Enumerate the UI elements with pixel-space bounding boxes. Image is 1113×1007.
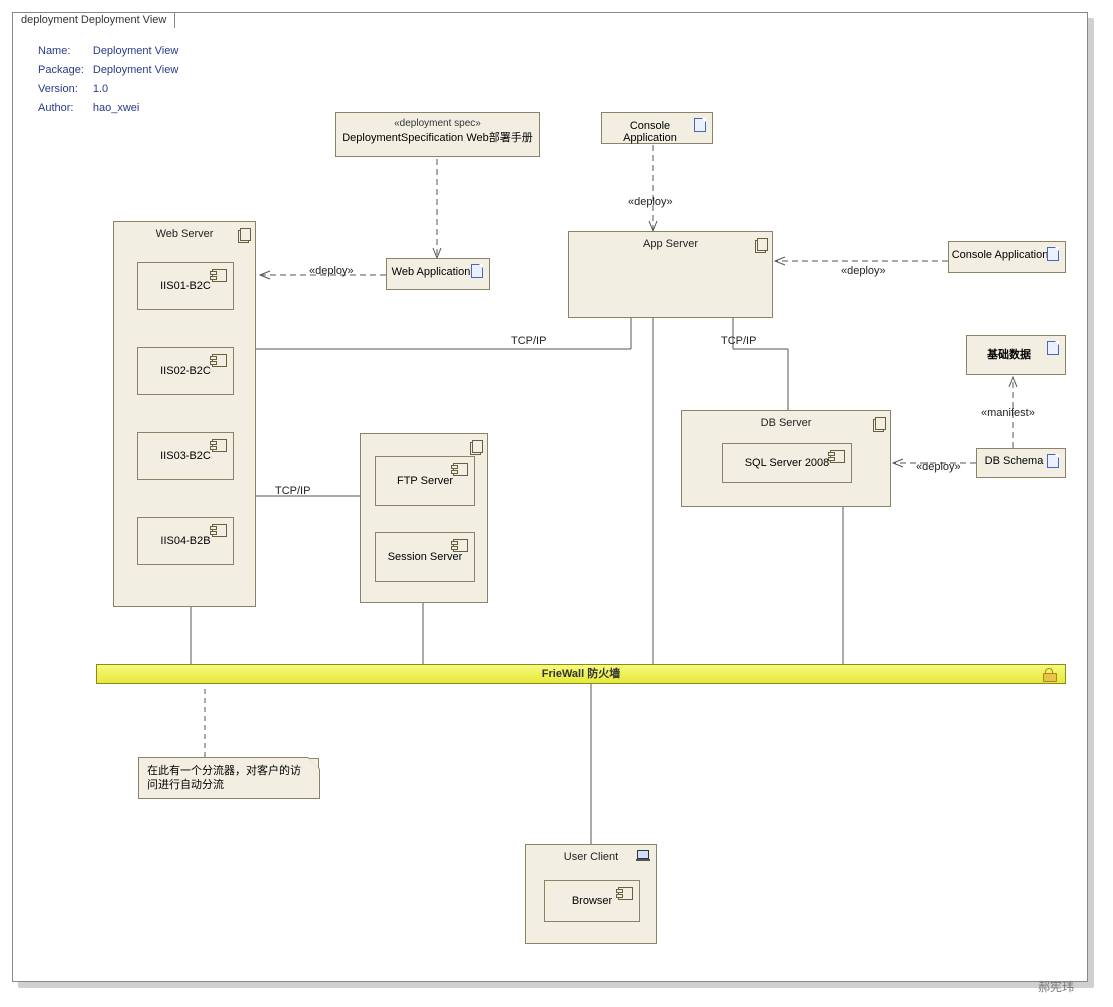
diagram-canvas: deployment Deployment View Name:Deployme…	[12, 12, 1088, 982]
artifact-deployment-spec[interactable]: «deployment spec» DeploymentSpecificatio…	[335, 112, 540, 157]
meta-key: Version:	[37, 81, 90, 98]
artifact-console-app-right[interactable]: Console Application	[948, 241, 1066, 273]
component-label: IIS01-B2C	[138, 280, 233, 292]
edge-label-deploy: «deploy»	[916, 461, 961, 473]
component-label: IIS02-B2C	[138, 365, 233, 377]
artifact-icon	[694, 118, 706, 132]
artifact-icon	[471, 264, 483, 278]
meta-key: Author:	[37, 100, 90, 117]
component-session-server[interactable]: Session Server	[375, 532, 475, 582]
artifact-icon	[1047, 247, 1059, 261]
edge-label-tcpip: TCP/IP	[721, 335, 756, 347]
node-web-server[interactable]: Web Server IIS01-B2C IIS02-B2C IIS03-B2C…	[113, 221, 256, 607]
edge-label-deploy: «deploy»	[309, 265, 354, 277]
component-label: IIS03-B2C	[138, 450, 233, 462]
node-title: DB Server	[682, 411, 890, 429]
artifact-label: DeploymentSpecification Web部署手册	[336, 129, 539, 145]
artifact-console-app-top[interactable]: Console Application	[601, 112, 713, 144]
device-icon	[636, 850, 650, 861]
artifact-icon	[1047, 341, 1059, 355]
component-label: FTP Server	[376, 475, 474, 487]
stereotype-label: «deployment spec»	[336, 118, 539, 129]
component-label: SQL Server 2008	[723, 457, 851, 469]
edge-label-deploy: «deploy»	[841, 265, 886, 277]
meta-value: 1.0	[92, 81, 184, 98]
edge-label-tcpip: TCP/IP	[511, 335, 546, 347]
component-browser[interactable]: Browser	[544, 880, 640, 922]
meta-value: Deployment View	[92, 43, 184, 60]
edge-label-manifest: «manifest»	[981, 407, 1035, 419]
component-label: Session Server	[376, 551, 474, 563]
node-icon	[755, 238, 766, 251]
node-icon	[238, 228, 249, 241]
diagram-tab: deployment Deployment View	[12, 12, 175, 28]
meta-key: Package:	[37, 62, 90, 79]
author-signature: 郝宪玮	[1038, 978, 1074, 995]
component-sql-server[interactable]: SQL Server 2008	[722, 443, 852, 483]
node-app-server[interactable]: App Server	[568, 231, 773, 318]
firewall-label: FrieWall 防火墙	[97, 665, 1065, 683]
component-iis02[interactable]: IIS02-B2C	[137, 347, 234, 395]
firewall-bar[interactable]: FrieWall 防火墙	[96, 664, 1066, 684]
artifact-base-data[interactable]: 基础数据	[966, 335, 1066, 375]
node-icon	[873, 417, 884, 430]
meta-value: hao_xwei	[92, 100, 184, 117]
edge-label-tcpip: TCP/IP	[275, 485, 310, 497]
component-label: Browser	[545, 895, 639, 907]
meta-value: Deployment View	[92, 62, 184, 79]
lock-icon	[1043, 668, 1055, 680]
diagram-meta: Name:Deployment ViewPackage:Deployment V…	[35, 41, 186, 119]
component-iis03[interactable]: IIS03-B2C	[137, 432, 234, 480]
component-ftp-server[interactable]: FTP Server	[375, 456, 475, 506]
artifact-icon	[1047, 454, 1059, 468]
note-text: 在此有一个分流器，对客户的访问进行自动分流	[139, 758, 319, 798]
node-db-server[interactable]: DB Server SQL Server 2008	[681, 410, 891, 507]
component-iis01[interactable]: IIS01-B2C	[137, 262, 234, 310]
node-title: Web Server	[114, 222, 255, 240]
node-icon	[470, 440, 481, 453]
node-support-cluster[interactable]: FTP Server Session Server	[360, 433, 488, 603]
edge-label-deploy: «deploy»	[628, 196, 673, 208]
artifact-web-application[interactable]: Web Application	[386, 258, 490, 290]
device-user-client[interactable]: User Client Browser	[525, 844, 657, 944]
meta-key: Name:	[37, 43, 90, 60]
node-title: App Server	[569, 232, 772, 250]
note-load-balancer[interactable]: 在此有一个分流器，对客户的访问进行自动分流	[138, 757, 320, 799]
component-iis04[interactable]: IIS04-B2B	[137, 517, 234, 565]
component-label: IIS04-B2B	[138, 535, 233, 547]
artifact-db-schema[interactable]: DB Schema	[976, 448, 1066, 478]
